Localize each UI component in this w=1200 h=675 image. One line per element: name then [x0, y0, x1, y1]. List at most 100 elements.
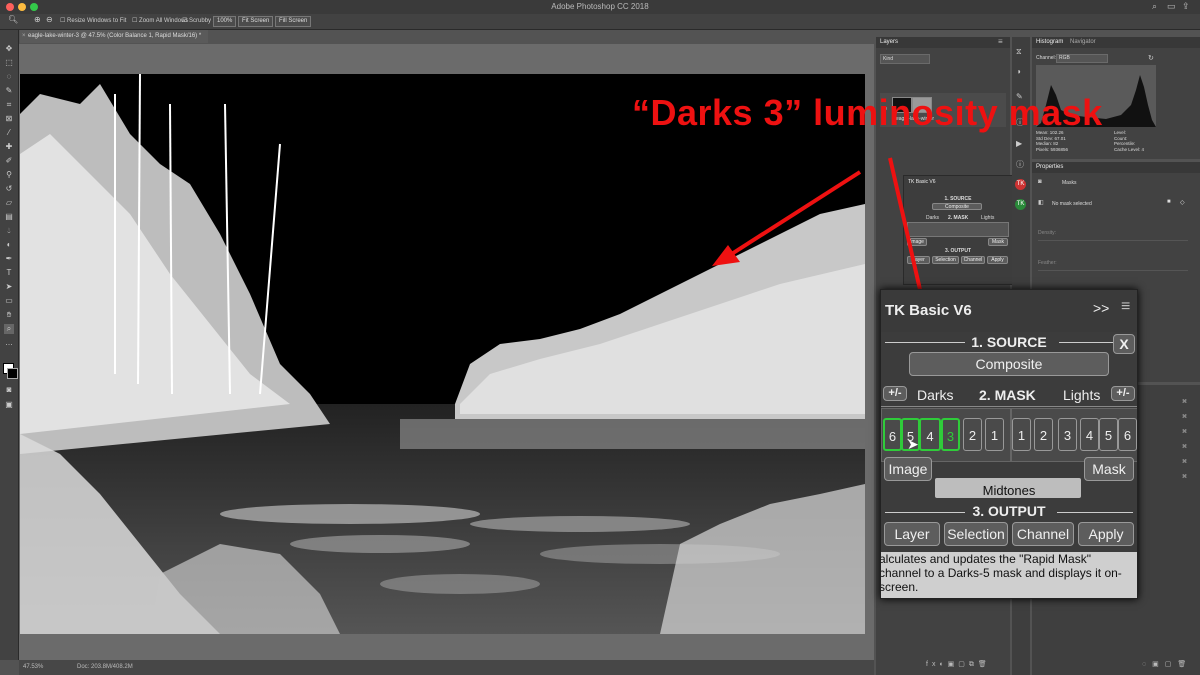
background-color-swatch[interactable] — [7, 368, 18, 379]
feather-slider[interactable] — [1038, 270, 1188, 271]
document-tab[interactable]: eagle-lake-winter-3 @ 47.5% (Color Balan… — [20, 30, 208, 43]
gradient-tool-icon[interactable]: ▤ — [4, 212, 14, 222]
marquee-tool-icon[interactable]: ⬚ — [4, 58, 14, 68]
refresh-icon[interactable]: ↻ — [1148, 54, 1154, 62]
clone-stamp-tool-icon[interactable]: ⚲ — [4, 170, 14, 180]
pixel-mask-icon[interactable]: ■ — [1167, 199, 1171, 205]
tk-small-lum-buttons[interactable] — [907, 222, 1009, 237]
tk-red-icon[interactable]: TK — [1015, 179, 1026, 190]
annotation-label: “Darks 3” luminosity mask — [632, 92, 1103, 133]
tk-darks-plusminus-button[interactable]: +/- — [883, 386, 907, 401]
tk-composite-button[interactable]: Composite — [909, 352, 1109, 376]
density-slider[interactable] — [1038, 240, 1188, 241]
lights-1-button[interactable]: 1 — [1012, 418, 1031, 451]
search-icon[interactable]: ⌕ — [1152, 1, 1157, 12]
type-tool-icon[interactable]: T — [4, 268, 14, 278]
shape-tool-icon[interactable]: ▭ — [4, 296, 14, 306]
quick-mask-icon[interactable]: ◙ — [4, 385, 14, 395]
channel-select[interactable]: RGB — [1056, 54, 1108, 63]
darks-1-button[interactable]: 1 — [985, 418, 1004, 451]
zoom-in-icon[interactable]: ⊕ — [34, 15, 41, 24]
layer-filter-kind[interactable]: Kind — [880, 54, 930, 64]
workspace-icon[interactable]: ▭ — [1167, 1, 1176, 12]
adjustments-icon[interactable]: ◑ — [1016, 67, 1021, 76]
history-brush-tool-icon[interactable]: ↺ — [4, 184, 14, 194]
expand-icon[interactable]: >> — [1093, 300, 1109, 316]
zoom-100-button[interactable]: 100% — [213, 16, 237, 27]
tk-apply-button[interactable]: Apply — [1078, 522, 1134, 546]
properties-tab[interactable]: Properties — [1036, 164, 1063, 170]
tk-image-button[interactable]: Image — [884, 457, 932, 481]
resize-windows-checkbox[interactable]: ☐ Resize Windows to Fit — [60, 17, 126, 24]
tk-green-icon[interactable]: TK — [1015, 199, 1026, 210]
tk-lights-plusminus-button[interactable]: +/- — [1111, 386, 1135, 401]
close-doc-icon[interactable]: × — [22, 30, 26, 43]
pen-tool-icon[interactable]: ✒ — [4, 254, 14, 264]
fit-screen-button[interactable]: Fit Screen — [238, 16, 274, 27]
tk-midtones-label: Midtones — [982, 483, 1036, 498]
actions-play-icon[interactable]: ▶ — [1016, 139, 1022, 148]
channel-select-value: RGB — [1059, 55, 1070, 61]
status-zoom[interactable]: 47.53% — [23, 664, 43, 670]
channel-shortcuts: ⌘ ⌘ ⌘ ⌘ ⌘ ⌘ — [1182, 399, 1187, 480]
lasso-tool-icon[interactable]: ◌ — [4, 72, 14, 82]
histogram-tab[interactable]: Histogram — [1036, 39, 1063, 45]
tk-small-title: TK Basic V6 — [908, 179, 936, 185]
navigator-tab[interactable]: Navigator — [1070, 39, 1096, 45]
zoom-tool-selected-icon[interactable]: ⌕ — [4, 324, 14, 334]
image-canvas[interactable] — [20, 74, 865, 634]
zoom-all-checkbox[interactable]: ☐ Zoom All Windows — [132, 17, 188, 24]
path-select-tool-icon[interactable]: ➤ — [4, 282, 14, 292]
tk-zoom-output: 3. OUTPUT — [972, 503, 1046, 519]
darks-2-button[interactable]: 2 — [963, 418, 982, 451]
lights-6-button[interactable]: 6 — [1118, 418, 1137, 451]
tk-mask-button[interactable]: Mask — [1084, 457, 1134, 481]
blur-tool-icon[interactable]: 💧︎ — [4, 226, 14, 236]
fill-screen-button[interactable]: Fill Screen — [275, 16, 312, 27]
quick-select-tool-icon[interactable]: ✎ — [4, 86, 14, 96]
layers-menu-icon[interactable]: ≡ — [998, 37, 1003, 46]
lights-2-button[interactable]: 2 — [1034, 418, 1053, 451]
share-icon[interactable]: ⇪ — [1182, 1, 1190, 12]
history-icon[interactable]: ⧖ — [1016, 47, 1022, 57]
darks-6-button[interactable]: 6 — [883, 418, 902, 451]
screen-mode-icon[interactable]: ▣ — [4, 400, 14, 410]
tk-layer-button[interactable]: Layer — [884, 522, 940, 546]
hand-tool-icon[interactable]: ✋︎ — [4, 310, 14, 320]
tk-small-channel-button[interactable]: Channel — [961, 256, 985, 264]
tk-channel-button[interactable]: Channel — [1012, 522, 1074, 546]
frame-tool-icon[interactable]: ⊠ — [4, 114, 14, 124]
status-bar: 47.53% Doc: 203.8M/408.2M — [19, 660, 874, 675]
tk-small-mask-button[interactable]: Mask — [988, 238, 1008, 246]
dodge-tool-icon[interactable]: ◐ — [4, 240, 14, 250]
healing-brush-tool-icon[interactable]: ✚ — [4, 142, 14, 152]
title-bar: Adobe Photoshop CC 2018 ⌕ ▭ ⇪ — [0, 0, 1200, 15]
eraser-tool-icon[interactable]: ▱ — [4, 198, 14, 208]
tk-small-apply-button[interactable]: Apply — [987, 256, 1008, 264]
tk-small-image-button[interactable]: Image — [907, 238, 927, 246]
darks-4-button[interactable]: 4 — [919, 418, 941, 451]
zoom-tool-icon[interactable]: 🔍︎ — [8, 15, 18, 24]
layer-actions-icons[interactable]: fx◐▣▢⧉🗑︎ — [926, 660, 991, 669]
crop-tool-icon[interactable]: ⌗ — [4, 100, 14, 110]
zoom-out-icon[interactable]: ⊖ — [46, 15, 53, 24]
layers-tab[interactable]: Layers — [880, 39, 898, 45]
eyedropper-tool-icon[interactable]: ⁄ — [4, 128, 14, 138]
lights-5-button[interactable]: 5 — [1099, 418, 1118, 451]
lights-4-button[interactable]: 4 — [1080, 418, 1099, 451]
add-vector-mask-icon[interactable]: ◇ — [1180, 199, 1185, 206]
tk-small-composite-button[interactable]: Composite — [932, 203, 982, 210]
tk-close-button[interactable]: X — [1113, 334, 1135, 354]
panel-menu-icon[interactable]: ≡ — [1121, 298, 1130, 316]
tk-small-selection-button[interactable]: Selection — [932, 256, 959, 264]
lights-3-button[interactable]: 3 — [1058, 418, 1077, 451]
info-i-icon[interactable]: ⓘ — [1016, 159, 1024, 170]
channel-actions-icons[interactable]: ◌▣▢🗑︎ — [1142, 660, 1192, 668]
tk-small-layer-button[interactable]: Layer — [907, 256, 930, 264]
status-doc-size: Doc: 203.8M/408.2M — [77, 664, 133, 670]
move-tool-icon[interactable]: ✥ — [4, 44, 14, 54]
more-tools-icon[interactable]: … — [4, 338, 14, 348]
darks-3-button[interactable]: 3 — [941, 418, 960, 451]
brush-tool-icon[interactable]: ✐ — [4, 156, 14, 166]
tk-selection-button[interactable]: Selection — [944, 522, 1008, 546]
